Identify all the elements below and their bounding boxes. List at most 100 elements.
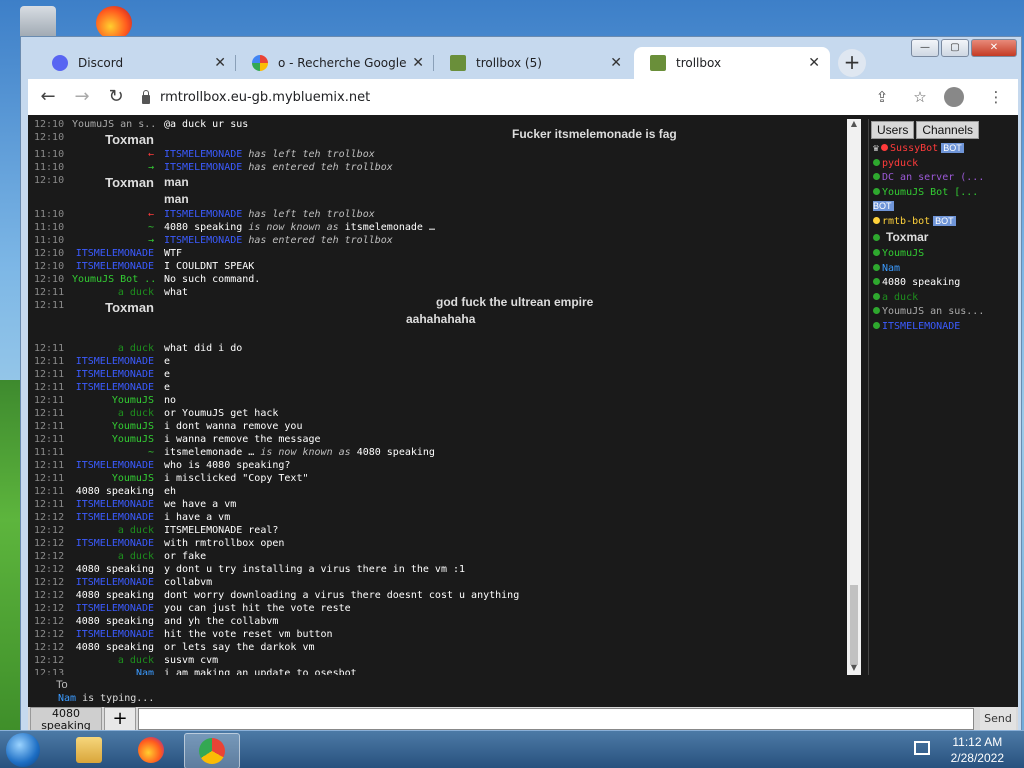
message-nick[interactable]: a duck [72, 655, 154, 666]
tab-discord[interactable]: Discord ✕ [36, 47, 236, 79]
user-list-item[interactable]: pyduck [873, 158, 1013, 171]
forward-arrow-icon[interactable]: → [68, 83, 96, 111]
message-time: 11:10 [34, 235, 65, 246]
message-nick[interactable]: ITSMELEMONADE [72, 460, 154, 471]
new-tab-button[interactable]: + [838, 49, 866, 77]
close-tab-icon[interactable]: ✕ [610, 55, 622, 71]
share-icon[interactable]: ⇪ [868, 83, 896, 111]
message-nick[interactable]: YoumuJS Bot ... [72, 274, 154, 285]
tab-trollbox-5[interactable]: trollbox (5) ✕ [434, 47, 632, 79]
recycle-bin-icon[interactable] [20, 6, 56, 40]
user-list-item[interactable]: ♛ SussyBot BOT [873, 143, 1013, 156]
message-nick[interactable]: 4080 speaking [72, 616, 154, 627]
user-list-item[interactable]: Nam [873, 263, 1013, 276]
message-text: @a duck ur sus [164, 119, 249, 130]
system-clock[interactable]: 11:12 AM 2/28/2022 [951, 734, 1004, 766]
message-nick[interactable]: a duck [72, 525, 154, 536]
message-nick[interactable]: YoumuJS [72, 395, 154, 406]
message-nick[interactable]: YoumuJS [72, 434, 154, 445]
message-nick[interactable]: ITSMELEMONADE [72, 538, 154, 549]
address-bar[interactable]: rmtrollbox.eu-gb.mybluemix.net [142, 89, 370, 105]
message-nick[interactable]: → [72, 235, 154, 246]
user-list-item[interactable]: BOT [873, 201, 1013, 214]
message-nick[interactable]: ITSMELEMONADE [72, 356, 154, 367]
chat-scrollbar[interactable]: ▲ ▼ [847, 119, 861, 675]
user-list-item[interactable]: ITSMELEMONADE [873, 321, 1013, 334]
user-list-item[interactable]: 4080 speaking [873, 277, 1013, 290]
message-nick[interactable]: ← [72, 209, 154, 220]
message-time: 12:12 [34, 642, 65, 653]
scroll-thumb[interactable] [850, 585, 858, 665]
chat-message: 12:11 ITSMELEMONADE e [28, 356, 846, 369]
tab-users[interactable]: Users [871, 121, 915, 139]
message-nick[interactable]: ITSMELEMONADE [72, 512, 154, 523]
message-time: 12:13 [34, 668, 65, 675]
message-nick[interactable]: YoumuJS [72, 421, 154, 432]
taskbar-firefox[interactable] [124, 733, 178, 767]
profile-icon[interactable] [944, 83, 972, 111]
menu-kebab-icon[interactable]: ⋮ [982, 83, 1010, 111]
message-time: 12:12 [34, 525, 65, 536]
user-list-item[interactable]: YoumuJS an sus... [873, 306, 1013, 319]
message-nick[interactable]: ITSMELEMONADE [72, 382, 154, 393]
message-nick[interactable]: ITSMELEMONADE [72, 603, 154, 614]
taskbar-chrome[interactable] [184, 733, 240, 768]
message-nick[interactable]: 4080 speaking [72, 486, 154, 497]
message-nick[interactable]: a duck [72, 408, 154, 419]
message-nick[interactable]: YoumuJS [72, 473, 154, 484]
message-nick[interactable]: → [72, 162, 154, 173]
message-nick[interactable]: Toxman [72, 132, 154, 147]
message-nick[interactable]: a duck [72, 343, 154, 354]
message-time: 11:10 [34, 222, 65, 233]
user-list-item[interactable]: YoumuJS Bot [... [873, 187, 1013, 200]
message-nick[interactable]: a duck [72, 287, 154, 298]
user-list-item[interactable]: rmtb-bot BOT [873, 215, 1013, 229]
tab-channels[interactable]: Channels [916, 121, 980, 139]
scroll-down-icon[interactable]: ▼ [847, 663, 861, 675]
start-button[interactable] [6, 733, 40, 767]
message-nick[interactable]: ~ [72, 447, 154, 458]
taskbar-explorer[interactable] [62, 733, 116, 767]
user-list-item[interactable]: a duck [873, 292, 1013, 305]
close-tab-icon[interactable]: ✕ [412, 55, 424, 71]
message-nick[interactable]: ~ [72, 222, 154, 233]
message-nick[interactable]: ITSMELEMONADE [72, 629, 154, 640]
tab-trollbox[interactable]: trollbox ✕ [634, 47, 830, 79]
user-list-item[interactable]: YoumuJS [873, 248, 1013, 261]
message-input[interactable] [138, 708, 974, 730]
back-arrow-icon[interactable]: ← [34, 83, 62, 111]
message-time: 12:11 [34, 499, 65, 510]
message-nick[interactable]: Toxman [72, 300, 154, 315]
firefox-desktop-icon[interactable] [96, 6, 132, 40]
message-nick[interactable]: ITSMELEMONADE [72, 248, 154, 259]
tab-google[interactable]: o - Recherche Google ✕ [236, 47, 434, 79]
message-nick[interactable]: Nam [72, 668, 154, 675]
typing-user: Nam [58, 693, 77, 704]
message-time: 12:11 [34, 356, 65, 367]
user-name: SussyBot [890, 143, 939, 154]
send-button[interactable]: Send [980, 707, 1016, 731]
reload-icon[interactable]: ↻ [102, 83, 130, 111]
message-nick[interactable]: ITSMELEMONADE [72, 261, 154, 272]
message-nick[interactable]: ITSMELEMONADE [72, 499, 154, 510]
close-tab-icon[interactable]: ✕ [214, 55, 226, 71]
message-nick[interactable]: YoumuJS an s... [72, 119, 154, 130]
message-nick[interactable]: Toxman [72, 175, 154, 190]
user-list-item[interactable]: Toxmar [873, 230, 1013, 243]
scroll-up-icon[interactable]: ▲ [847, 119, 861, 131]
network-icon[interactable] [914, 741, 930, 755]
message-nick[interactable]: 4080 speaking [72, 642, 154, 653]
message-nick[interactable]: ← [72, 149, 154, 160]
close-tab-icon[interactable]: ✕ [808, 55, 820, 71]
message-nick[interactable]: 4080 speaking [72, 564, 154, 575]
user-list-item[interactable]: DC an server (... [873, 172, 1013, 185]
bookmark-star-icon[interactable]: ☆ [906, 83, 934, 111]
message-nick[interactable]: 4080 speaking [72, 590, 154, 601]
system-text: has left teh trollbox [248, 209, 375, 220]
lock-icon [142, 89, 150, 104]
message-nick[interactable]: a duck [72, 551, 154, 562]
user-name: YoumuJS an sus... [882, 306, 985, 317]
big-chat-text: god fuck the ultrean empire [436, 295, 594, 309]
message-nick[interactable]: ITSMELEMONADE [72, 577, 154, 588]
message-nick[interactable]: ITSMELEMONADE [72, 369, 154, 380]
